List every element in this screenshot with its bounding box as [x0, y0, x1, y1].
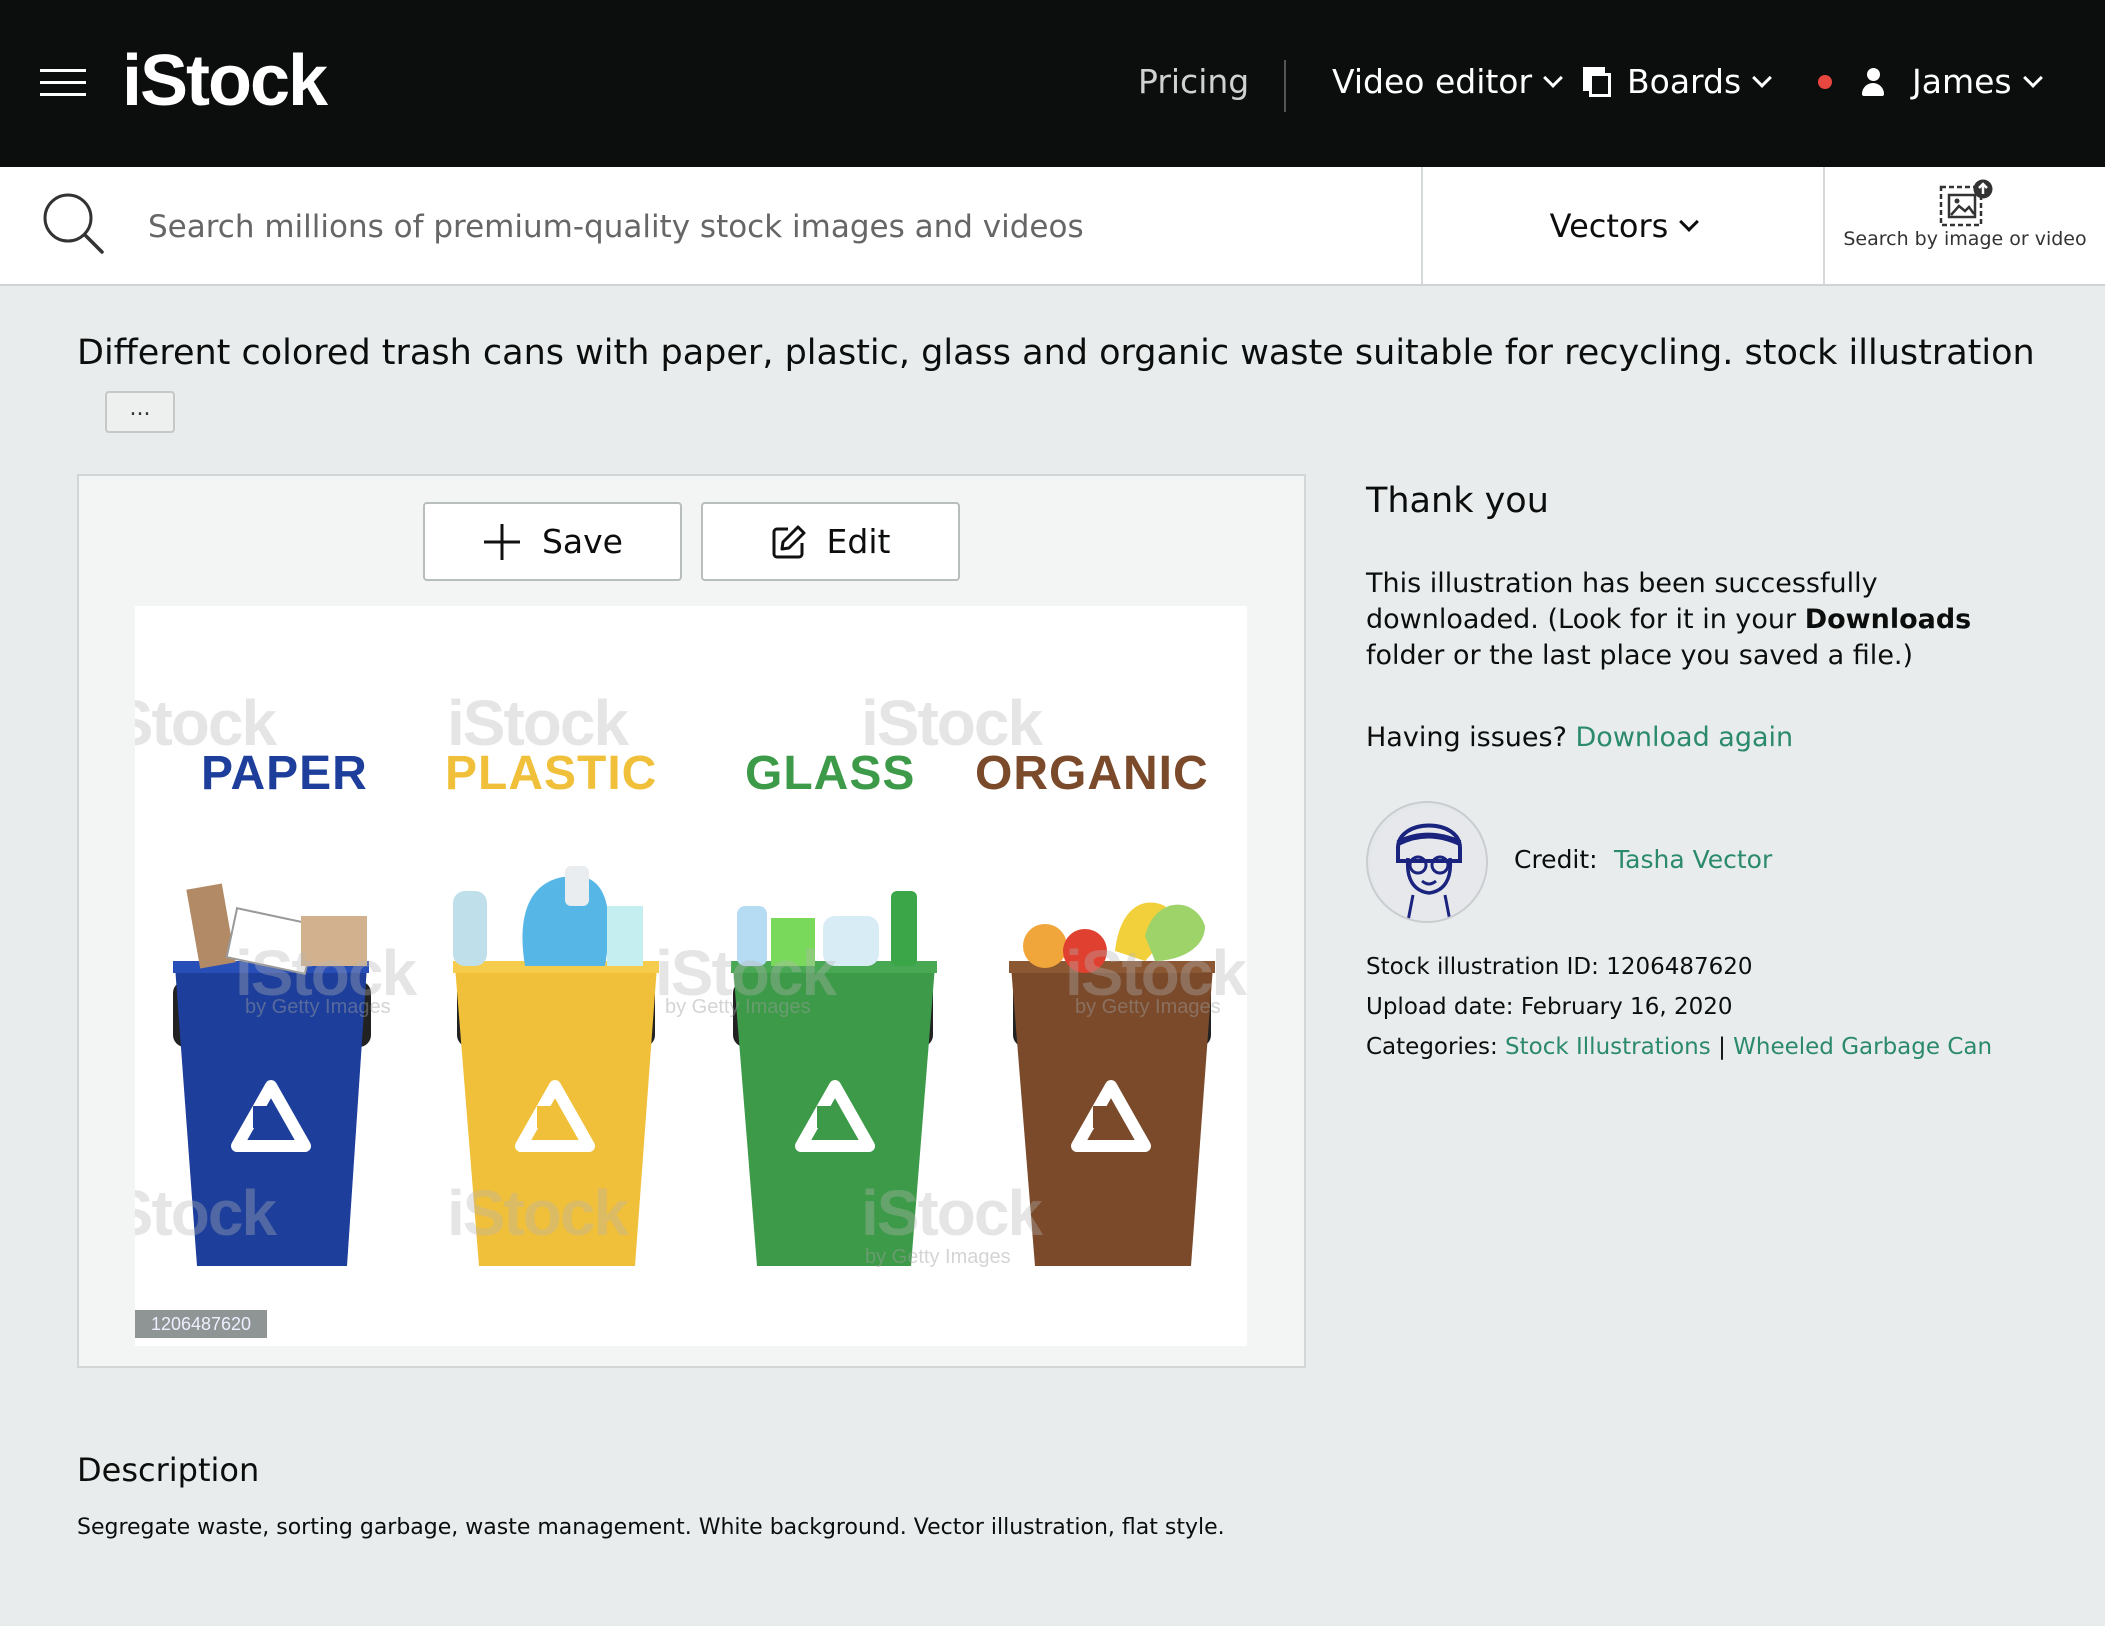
download-message-end: folder or the last place you saved a fil… — [1366, 640, 1914, 671]
watermark: iStock — [447, 1177, 629, 1249]
contributor-avatar-icon — [1371, 806, 1486, 921]
thank-you-heading: Thank you — [1366, 481, 1549, 521]
having-issues-line: Having issues? Download again — [1366, 720, 1793, 756]
category-link[interactable]: Stock Illustrations — [1505, 1034, 1711, 1060]
categories-line: Categories: Stock Illustrations | Wheele… — [1366, 1030, 1992, 1064]
chevron-down-icon — [1752, 68, 1773, 88]
download-again-link[interactable]: Download again — [1576, 722, 1794, 753]
search-by-image-button[interactable]: Search by image or video — [1825, 167, 2105, 284]
plus-icon — [483, 523, 520, 560]
asset-preview-card: Save Edit PAPER PLASTIC GLASS ORGANIC to… — [77, 474, 1306, 1368]
watermark: iStock — [861, 687, 1043, 759]
nav-divider — [1284, 60, 1286, 112]
istock-logo[interactable]: iStock — [122, 38, 328, 124]
category-link[interactable]: Wheeled Garbage Can — [1733, 1034, 1992, 1060]
upload-date-value: February 16, 2020 — [1520, 994, 1733, 1020]
chevron-down-icon — [1679, 211, 1700, 232]
category-separator: | — [1718, 1034, 1726, 1060]
contributor-link[interactable]: Tasha Vector — [1614, 842, 1772, 878]
search-by-image-label: Search by image or video — [1843, 228, 2087, 250]
upload-date-line: Upload date: February 16, 2020 — [1366, 990, 1732, 1024]
asset-preview-image[interactable]: PAPER PLASTIC GLASS ORGANIC iStock iStoc… — [135, 606, 1247, 1346]
watermark-sub: by Getty Images — [1075, 996, 1221, 1018]
watermark-sub: by Getty Images — [865, 1246, 1011, 1268]
pricing-link[interactable]: Pricing — [1138, 58, 1249, 106]
user-icon — [1862, 68, 1884, 96]
download-success-message: This illustration has been successfully … — [1366, 566, 2006, 674]
notification-dot-icon — [1818, 75, 1832, 89]
edit-icon — [772, 525, 806, 558]
image-search-icon — [1939, 179, 1993, 227]
save-button[interactable]: Save — [423, 502, 682, 581]
save-label: Save — [541, 522, 623, 561]
search-input[interactable] — [148, 201, 1398, 253]
top-navigation-bar: iStock Pricing Video editor Boards James — [0, 0, 2105, 167]
edit-button[interactable]: Edit — [701, 502, 960, 581]
watermark: iStock — [135, 1177, 277, 1249]
asset-title: Different colored trash cans with paper,… — [77, 333, 2035, 373]
asset-type-label: Vectors — [1549, 206, 1669, 245]
preview-image-id: 1206487620 — [135, 1310, 267, 1338]
contributor-avatar[interactable] — [1366, 801, 1488, 923]
download-message-start: This illustration has been successfully … — [1366, 568, 1878, 635]
boards-menu[interactable]: Boards — [1583, 58, 1773, 106]
asset-id-line: Stock illustration ID: 1206487620 — [1366, 950, 1753, 984]
watermark: iStock — [447, 687, 629, 759]
boards-icon — [1583, 67, 1611, 97]
categories-label: Categories: — [1366, 1034, 1498, 1060]
asset-id-value: 1206487620 — [1606, 954, 1753, 980]
menu-icon[interactable] — [40, 67, 86, 97]
account-menu[interactable]: James — [1818, 58, 2043, 106]
description-text: Segregate waste, sorting garbage, waste … — [77, 1515, 1225, 1540]
chevron-down-icon — [1543, 68, 1563, 88]
having-issues-label: Having issues? — [1366, 722, 1567, 753]
description-heading: Description — [77, 1451, 260, 1489]
pricing-label: Pricing — [1138, 62, 1250, 101]
watermark-sub: by Getty Images — [245, 996, 391, 1018]
user-name: James — [1912, 62, 2012, 101]
search-bar: Vectors Search by image or video — [0, 167, 2105, 286]
video-editor-menu[interactable]: Video editor — [1332, 58, 1563, 106]
watermark: iStock — [135, 687, 277, 759]
downloads-folder-label: Downloads — [1804, 604, 1972, 635]
edit-label: Edit — [826, 522, 891, 561]
more-options-button[interactable]: ... — [105, 391, 175, 433]
asset-type-dropdown[interactable]: Vectors — [1423, 167, 1823, 284]
watermark-sub: by Getty Images — [665, 996, 811, 1018]
search-icon[interactable] — [40, 190, 106, 256]
chevron-down-icon — [2022, 68, 2043, 88]
boards-label: Boards — [1627, 62, 1742, 101]
upload-date-label: Upload date: — [1366, 994, 1514, 1020]
watermark: iStock — [861, 1177, 1043, 1249]
credit-label: Credit: — [1514, 845, 1598, 874]
video-editor-label: Video editor — [1332, 62, 1533, 101]
asset-id-label: Stock illustration ID: — [1366, 954, 1599, 980]
